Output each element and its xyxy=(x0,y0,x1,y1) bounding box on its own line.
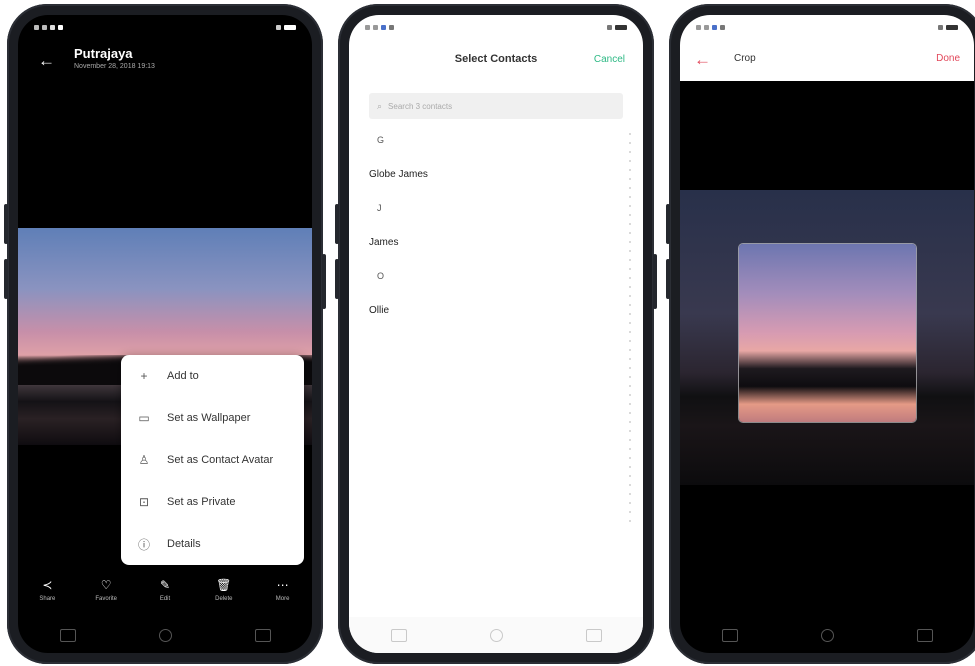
back-nav-icon[interactable] xyxy=(254,628,271,642)
action-label: More xyxy=(275,596,290,602)
phone-gallery: ← Putrajaya November 28, 2018 19:13 + Add… xyxy=(4,4,326,664)
contacts-header: Select Contacts Cancel xyxy=(349,45,643,75)
action-label: Share xyxy=(39,596,56,602)
home-nav-icon[interactable] xyxy=(158,628,172,642)
menu-item-label: Add to xyxy=(167,370,199,382)
volume-button xyxy=(4,204,8,244)
screen: ← Putrajaya November 28, 2018 19:13 + Add… xyxy=(18,15,312,653)
volume-button xyxy=(335,259,339,299)
action-button[interactable]: ⋯ More xyxy=(261,578,305,614)
search-placeholder: Search 3 contacts xyxy=(388,101,453,111)
volume-button xyxy=(666,204,670,244)
menu-item[interactable]: ⓘ Details xyxy=(121,523,304,565)
power-button xyxy=(322,254,326,309)
screen: ← Crop Done xyxy=(680,15,974,653)
action-label: Favorite xyxy=(95,596,118,602)
status-bar xyxy=(349,15,643,39)
person-icon: ♙ xyxy=(138,453,150,467)
bottom-action-bar: ≺ Share ♡ Favorite ✎ Edit 🗑 Delete ⋯ More xyxy=(18,578,312,614)
battery-icon xyxy=(276,24,296,30)
menu-item-label: Set as Private xyxy=(167,496,236,508)
status-bar xyxy=(680,15,974,39)
volume-button xyxy=(666,259,670,299)
contact-item[interactable]: James xyxy=(369,225,613,259)
battery-icon xyxy=(938,24,958,30)
phone-crop: ← Crop Done xyxy=(666,4,975,664)
lock-icon: ⊡ xyxy=(138,495,150,509)
info-icon: ⓘ xyxy=(137,537,150,552)
search-input[interactable]: ⌕ Search 3 contacts xyxy=(369,93,623,119)
photo-date: November 28, 2018 19:13 xyxy=(74,63,155,70)
share-icon: ≺ xyxy=(42,578,53,592)
nav-bar xyxy=(18,617,312,653)
alphabet-index[interactable] xyxy=(629,133,635,522)
trash-icon: 🗑 xyxy=(216,578,232,592)
signal-icons xyxy=(696,24,725,30)
menu-item[interactable]: ⊡ Set as Private xyxy=(121,481,304,523)
more-icon: ⋯ xyxy=(276,578,289,592)
action-button[interactable]: ♡ Favorite xyxy=(84,578,128,614)
edit-icon: ✎ xyxy=(159,578,171,592)
battery-icon xyxy=(607,24,627,30)
menu-item[interactable]: ♙ Set as Contact Avatar xyxy=(121,439,304,481)
context-menu: + Add to ▭ Set as Wallpaper ♙ Set as Contact … xyxy=(121,355,304,565)
menu-item[interactable]: + Add to xyxy=(121,355,304,397)
wallpaper-icon: ▭ xyxy=(138,411,150,425)
heart-icon: ♡ xyxy=(100,578,112,592)
gallery-header: ← Putrajaya November 28, 2018 19:13 xyxy=(18,41,312,81)
crop-header: ← Crop Done xyxy=(680,39,974,81)
plus-icon: + xyxy=(140,369,148,383)
power-button xyxy=(653,254,657,309)
contact-item[interactable]: Globe James xyxy=(369,157,613,191)
phone-contacts: Select Contacts Cancel ⌕ Search 3 contac… xyxy=(335,4,657,664)
signal-icons xyxy=(365,24,394,30)
section-letter: J xyxy=(377,203,382,213)
menu-item-label: Details xyxy=(167,538,201,550)
screen: Select Contacts Cancel ⌕ Search 3 contac… xyxy=(349,15,643,653)
menu-item[interactable]: ▭ Set as Wallpaper xyxy=(121,397,304,439)
contact-item[interactable]: Ollie xyxy=(369,293,613,327)
menu-item-label: Set as Contact Avatar xyxy=(167,454,274,466)
action-label: Edit xyxy=(159,596,171,602)
section-letter: G xyxy=(377,135,385,145)
menu-item-label: Set as Wallpaper xyxy=(167,412,251,424)
action-button[interactable]: ✎ Edit xyxy=(143,578,187,614)
signal-icons xyxy=(34,24,63,30)
menu-nav-icon[interactable] xyxy=(390,628,407,642)
status-bar xyxy=(18,15,312,39)
menu-nav-icon[interactable] xyxy=(59,628,76,642)
page-title: Putrajaya xyxy=(74,46,133,61)
search-icon: ⌕ xyxy=(377,100,383,111)
back-arrow-icon[interactable]: ← xyxy=(38,51,55,71)
action-button[interactable]: 🗑 Delete xyxy=(202,578,246,614)
nav-bar xyxy=(680,617,974,653)
back-arrow-icon[interactable]: ← xyxy=(694,50,711,70)
section-letter: O xyxy=(377,271,385,281)
home-nav-icon[interactable] xyxy=(489,628,503,642)
nav-bar xyxy=(349,617,643,653)
page-title: Crop xyxy=(734,53,756,64)
volume-button xyxy=(4,259,8,299)
volume-button xyxy=(335,204,339,244)
contact-list: G Globe James J James O Ollie xyxy=(369,123,613,327)
home-nav-icon[interactable] xyxy=(820,628,834,642)
cancel-button[interactable]: Cancel xyxy=(594,54,625,65)
back-nav-icon[interactable] xyxy=(916,628,933,642)
crop-selection-frame[interactable] xyxy=(739,244,916,422)
action-button[interactable]: ≺ Share xyxy=(25,578,69,614)
action-label: Delete xyxy=(215,596,233,602)
done-button[interactable]: Done xyxy=(936,53,960,64)
menu-nav-icon[interactable] xyxy=(721,628,738,642)
back-nav-icon[interactable] xyxy=(585,628,602,642)
